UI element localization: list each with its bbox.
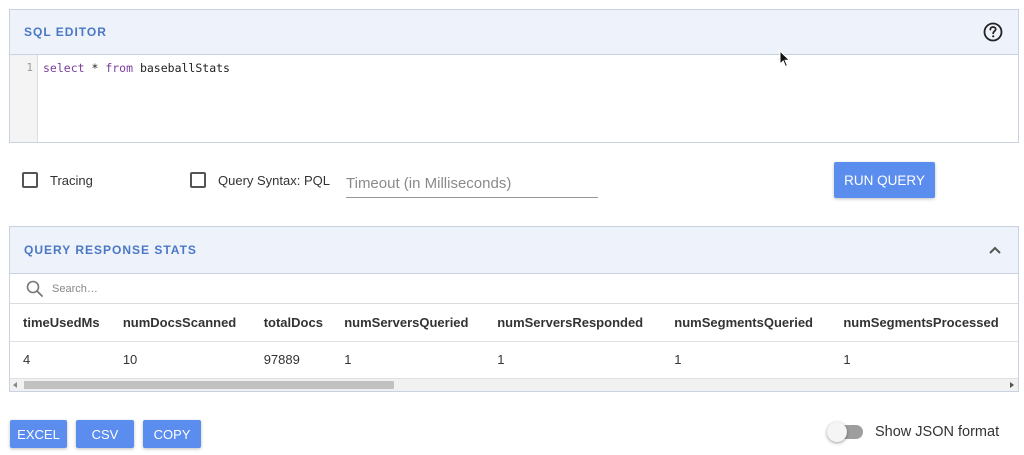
stats-search-bar bbox=[10, 274, 1018, 304]
scroll-left-icon[interactable] bbox=[13, 382, 17, 388]
table-cell: 1 bbox=[843, 351, 851, 367]
sql-query-text[interactable]: select * from baseballStats bbox=[38, 55, 234, 142]
chevron-up-icon[interactable] bbox=[986, 241, 1004, 259]
line-number: 1 bbox=[26, 61, 33, 74]
tracing-option: Tracing bbox=[22, 172, 93, 188]
stats-table: timeUsedMs numDocsScanned totalDocs numS… bbox=[10, 304, 1018, 377]
tracing-label: Tracing bbox=[50, 172, 93, 188]
sql-keyword-from: from bbox=[105, 61, 134, 75]
sql-table-name: baseballStats bbox=[133, 61, 230, 75]
horizontal-scrollbar[interactable] bbox=[10, 378, 1018, 391]
csv-button[interactable]: CSV bbox=[76, 420, 134, 448]
sql-editor-panel: SQL EDITOR 1 select * from baseballStats bbox=[9, 9, 1019, 143]
column-header[interactable]: numServersResponded bbox=[484, 304, 662, 342]
column-header[interactable]: numServersQueried bbox=[331, 304, 485, 342]
tracing-checkbox[interactable] bbox=[22, 172, 38, 188]
toggle-knob bbox=[827, 422, 847, 442]
column-header[interactable]: numDocsScanned bbox=[109, 304, 251, 342]
query-stats-header[interactable]: QUERY RESPONSE STATS bbox=[10, 227, 1018, 274]
pql-option: Query Syntax: PQL bbox=[190, 172, 330, 188]
sql-editor-title: SQL EDITOR bbox=[24, 25, 107, 39]
excel-button[interactable]: EXCEL bbox=[10, 420, 67, 448]
table-cell: 97889 bbox=[263, 351, 300, 367]
run-query-button[interactable]: RUN QUERY bbox=[834, 162, 935, 198]
json-toggle-label: Show JSON format bbox=[875, 424, 1000, 440]
table-row: 4 10 97889 1 1 1 1 bbox=[10, 341, 1018, 377]
scrollbar-thumb[interactable] bbox=[24, 381, 394, 389]
column-header[interactable]: numSegmentsProcessed bbox=[830, 304, 1018, 342]
column-header[interactable]: totalDocs bbox=[250, 304, 332, 342]
json-toggle-switch[interactable] bbox=[827, 422, 863, 442]
json-format-toggle: Show JSON format bbox=[827, 422, 1000, 442]
stats-header-row: timeUsedMs numDocsScanned totalDocs numS… bbox=[10, 304, 1018, 342]
line-number-gutter: 1 bbox=[10, 55, 38, 142]
query-stats-title: QUERY RESPONSE STATS bbox=[24, 243, 197, 257]
search-icon bbox=[26, 280, 43, 297]
sql-code-editor[interactable]: 1 select * from baseballStats bbox=[10, 55, 1018, 142]
pql-label: Query Syntax: PQL bbox=[218, 172, 330, 188]
table-cell: 1 bbox=[497, 351, 505, 367]
column-header[interactable]: numSegmentsQueried bbox=[661, 304, 831, 342]
scroll-right-icon[interactable] bbox=[1010, 382, 1014, 388]
table-cell: 1 bbox=[344, 351, 352, 367]
sql-keyword-select: select bbox=[43, 61, 85, 75]
table-cell: 10 bbox=[122, 351, 138, 367]
column-header[interactable]: timeUsedMs bbox=[10, 304, 110, 342]
table-cell: 1 bbox=[674, 351, 682, 367]
timeout-input[interactable] bbox=[346, 170, 598, 198]
stats-search-input[interactable] bbox=[52, 282, 352, 295]
sql-star: * bbox=[84, 61, 106, 75]
query-stats-panel: QUERY RESPONSE STATS timeUsedMs numDocsS… bbox=[9, 226, 1019, 392]
sql-editor-header: SQL EDITOR bbox=[10, 10, 1018, 55]
help-circle-icon[interactable] bbox=[982, 21, 1004, 43]
pql-checkbox[interactable] bbox=[190, 172, 206, 188]
copy-button[interactable]: COPY bbox=[143, 420, 201, 448]
table-cell: 4 bbox=[23, 351, 31, 367]
mouse-pointer-icon bbox=[779, 50, 791, 68]
